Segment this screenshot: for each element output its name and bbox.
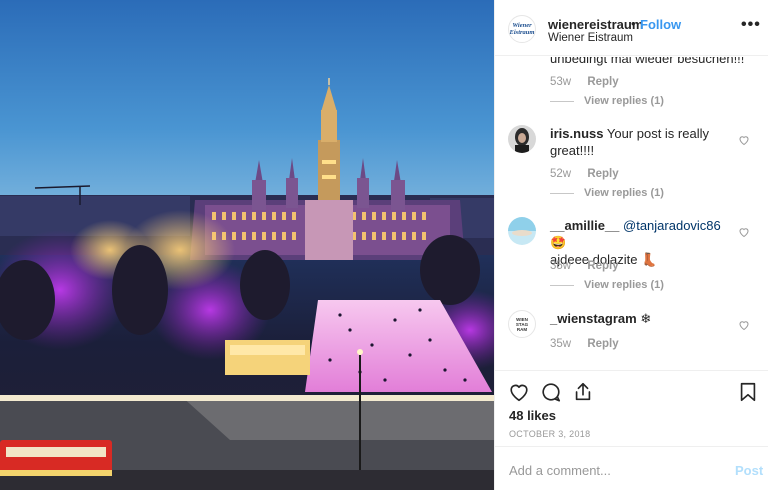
- account-avatar[interactable]: Wiener Eistraum: [508, 15, 536, 43]
- view-replies-label: View replies (1): [584, 187, 664, 199]
- share-icon[interactable]: [572, 381, 594, 403]
- account-username[interactable]: wienereistraum: [548, 17, 643, 32]
- comment-age: 35w: [550, 260, 572, 272]
- comment-age: 53w: [550, 76, 572, 88]
- reply-button[interactable]: Reply: [587, 76, 618, 88]
- comment-meta: 35w Reply: [550, 338, 619, 350]
- view-replies-button[interactable]: View replies (1): [550, 279, 664, 291]
- header-separator: •: [631, 16, 636, 31]
- follow-button[interactable]: Follow: [640, 17, 681, 32]
- avatar-text-line: RAM: [516, 326, 528, 332]
- comment-cut-text: unbedingt mal wieder besuchen!!!: [550, 57, 745, 66]
- like-comment-heart-icon[interactable]: [738, 134, 750, 146]
- reply-button[interactable]: Reply: [587, 260, 618, 272]
- location-link[interactable]: Wiener Eistraum: [548, 32, 633, 44]
- post-side-panel: Wiener Eistraum wienereistraum • Follow …: [494, 0, 768, 490]
- comment-text: _wienstagram ❄: [550, 310, 730, 327]
- mention-link[interactable]: @tanjaradovic86: [623, 218, 721, 233]
- post-header: Wiener Eistraum wienereistraum • Follow …: [495, 0, 768, 56]
- post-photo[interactable]: [0, 0, 494, 490]
- comment-text: iris.nuss Your post is really great!!!!: [550, 125, 730, 159]
- more-options-icon[interactable]: •••: [741, 17, 761, 33]
- add-comment-bar: Add a comment... Post: [495, 446, 768, 490]
- view-replies-label: View replies (1): [584, 279, 664, 291]
- like-comment-heart-icon[interactable]: [738, 319, 750, 331]
- comment-icon[interactable]: [540, 381, 562, 403]
- commenter-username[interactable]: __amillie__: [550, 218, 619, 233]
- commenter-username[interactable]: iris.nuss: [550, 126, 603, 141]
- view-replies-button[interactable]: View replies (1): [550, 187, 664, 199]
- comment-emoji: 🤩: [550, 235, 567, 250]
- comments-list[interactable]: unbedingt mal wieder besuchen!!! 53w Rep…: [495, 57, 768, 370]
- comment-meta: 35w Reply: [550, 260, 619, 272]
- view-replies-label: View replies (1): [584, 95, 664, 107]
- post-comment-button[interactable]: Post: [735, 463, 763, 478]
- post-date[interactable]: OCTOBER 3, 2018: [509, 429, 590, 439]
- comment-age: 52w: [550, 168, 572, 180]
- post-actions: 48 likes OCTOBER 3, 2018: [495, 370, 768, 446]
- avatar-logo-line2: Eistraum: [509, 29, 535, 36]
- bookmark-icon[interactable]: [737, 381, 759, 403]
- comment-meta: 53w Reply: [550, 76, 619, 88]
- comment-age: 35w: [550, 338, 572, 350]
- view-replies-button[interactable]: View replies (1): [550, 95, 664, 107]
- commenter-avatar[interactable]: [508, 217, 536, 245]
- avatar-logo-line1: Wiener: [512, 22, 532, 29]
- divider-line: [550, 284, 574, 286]
- divider-line: [550, 100, 574, 102]
- commenter-avatar[interactable]: WIEN STAG RAM: [508, 310, 536, 338]
- likes-count[interactable]: 48 likes: [509, 408, 556, 423]
- heart-icon[interactable]: [508, 381, 530, 403]
- like-comment-heart-icon[interactable]: [738, 226, 750, 238]
- comment-meta: 52w Reply: [550, 168, 619, 180]
- reply-button[interactable]: Reply: [587, 338, 618, 350]
- city-hall-illustration: [0, 0, 494, 490]
- add-comment-input[interactable]: Add a comment...: [509, 463, 611, 478]
- comment-body: ❄: [640, 311, 652, 326]
- reply-button[interactable]: Reply: [587, 168, 618, 180]
- divider-line: [550, 192, 574, 194]
- commenter-username[interactable]: _wienstagram: [550, 311, 637, 326]
- commenter-avatar[interactable]: [508, 125, 536, 153]
